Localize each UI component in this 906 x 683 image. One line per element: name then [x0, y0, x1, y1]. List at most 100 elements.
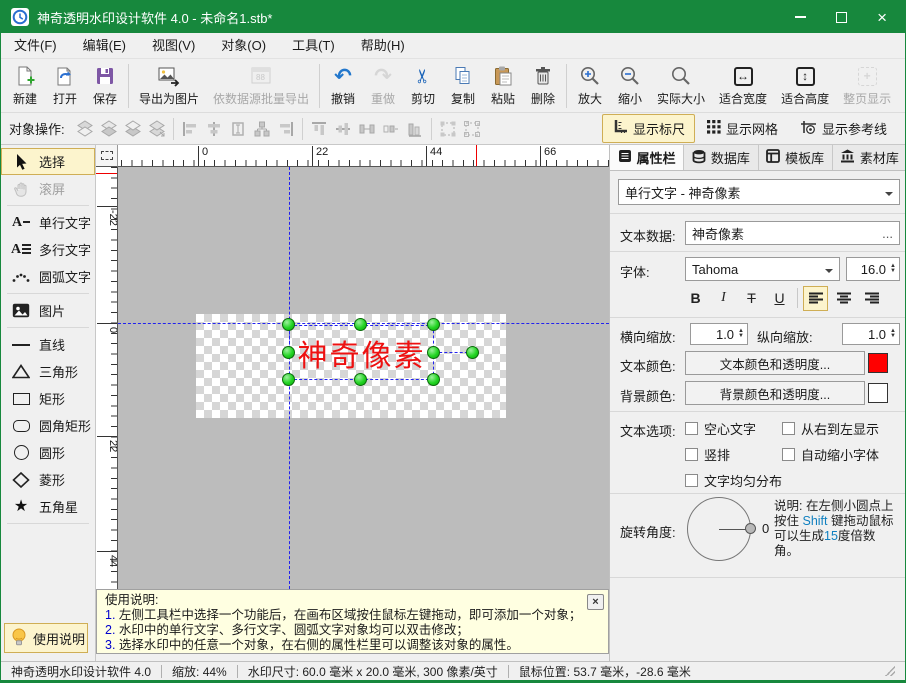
resize-handle-sw[interactable] [282, 373, 295, 386]
export-image-button[interactable]: 导出为图片 [132, 61, 206, 111]
send-backward-icon[interactable] [121, 117, 145, 141]
tool-multi-line-text[interactable]: A 多行文字 [1, 236, 95, 263]
checkbox-icon[interactable] [685, 448, 698, 461]
v-scale-spinner[interactable]: 1.0 ▲ ▼ [842, 323, 900, 345]
copy-button[interactable]: 复制 [443, 61, 483, 111]
text-data-field[interactable]: 神奇像素 ... [685, 221, 900, 245]
rotation-dial-dot[interactable] [745, 523, 756, 534]
delete-button[interactable]: 删除 [523, 61, 563, 111]
zoom-out-button[interactable]: 缩小 [610, 61, 650, 111]
tool-line[interactable]: 直线 [1, 331, 95, 358]
text-color-button[interactable]: 文本颜色和透明度... [685, 351, 865, 375]
full-page-button[interactable]: + 整页显示 [836, 61, 898, 111]
tab-database[interactable]: 数据库 [684, 145, 759, 170]
menu-object[interactable]: 对象(O) [208, 33, 279, 58]
actual-size-button[interactable]: 实际大小 [650, 61, 712, 111]
align-top-icon[interactable] [307, 117, 331, 141]
more-button[interactable]: ... [882, 226, 893, 241]
resize-handle-ne[interactable] [427, 318, 440, 331]
tool-rectangle[interactable]: 矩形 [1, 385, 95, 412]
tool-rounded-rectangle[interactable]: 圆角矩形 [1, 412, 95, 439]
menu-edit[interactable]: 编辑(E) [70, 33, 139, 58]
tab-properties[interactable]: 属性栏 [610, 145, 685, 170]
spinner-arrows-icon[interactable]: ▲ ▼ [890, 263, 896, 274]
close-button[interactable]: × [877, 9, 887, 26]
design-canvas[interactable]: 神奇像素 [118, 167, 609, 589]
undo-button[interactable]: ↶ 撤销 [323, 61, 363, 111]
spinner-arrows-icon[interactable]: ▲ ▼ [738, 328, 744, 339]
font-family-dropdown[interactable]: Tahoma [685, 257, 840, 281]
tab-materials[interactable]: 素材库 [832, 145, 905, 170]
ungroup-icon[interactable] [460, 117, 484, 141]
resize-handle-s[interactable] [354, 373, 367, 386]
align-center-v-icon[interactable] [331, 117, 355, 141]
equal-height-icon[interactable] [403, 117, 427, 141]
resize-handle-e[interactable] [427, 346, 440, 359]
resize-grip[interactable] [885, 666, 895, 676]
fit-height-button[interactable]: ↕ 适合高度 [774, 61, 836, 111]
checkbox-vertical-text[interactable]: 竖排 [685, 445, 730, 464]
redo-button[interactable]: ↷ 重做 [363, 61, 403, 111]
checkbox-icon[interactable] [685, 474, 698, 487]
show-guides-toggle[interactable]: 显示参考线 [790, 114, 897, 143]
bring-to-front-icon[interactable] [73, 117, 97, 141]
save-button[interactable]: 保存 [85, 61, 125, 111]
resize-handle-n[interactable] [354, 318, 367, 331]
bring-forward-icon[interactable] [97, 117, 121, 141]
align-left-button[interactable] [803, 285, 828, 311]
tool-select[interactable]: 选择 [1, 148, 95, 175]
watermark-text[interactable]: 神奇像素 [298, 331, 426, 375]
checkbox-auto-shrink-font[interactable]: 自动缩小字体 [782, 445, 879, 464]
checkbox-even-distribution[interactable]: 文字均匀分布 [685, 471, 782, 490]
align-left-icon[interactable] [178, 117, 202, 141]
checkbox-hollow-text[interactable]: 空心文字 [685, 419, 756, 438]
paste-button[interactable]: 粘贴 [483, 61, 523, 111]
selected-text-object[interactable]: 神奇像素 [289, 325, 434, 380]
checkbox-rtl-display[interactable]: 从右到左显示 [782, 419, 879, 438]
match-size-icon[interactable] [226, 117, 250, 141]
tool-single-line-text[interactable]: A 单行文字 [1, 209, 95, 236]
equal-spacing-h-icon[interactable] [355, 117, 379, 141]
zoom-in-button[interactable]: 放大 [570, 61, 610, 111]
send-to-back-icon[interactable] [145, 117, 169, 141]
minimize-button[interactable] [795, 16, 807, 18]
equal-spacing-v-icon[interactable] [379, 117, 403, 141]
group-icon[interactable] [436, 117, 460, 141]
h-scale-spinner[interactable]: 1.0 ▲ ▼ [690, 323, 748, 345]
tool-triangle[interactable]: 三角形 [1, 358, 95, 385]
fit-width-button[interactable]: ↔ 适合宽度 [712, 61, 774, 111]
font-size-spinner[interactable]: 16.0 ▲ ▼ [846, 257, 900, 281]
cut-button[interactable]: ✂ 剪切 [403, 61, 443, 111]
menu-file[interactable]: 文件(F) [1, 33, 70, 58]
tool-circle[interactable]: 圆形 [1, 439, 95, 466]
underline-button[interactable]: U [767, 286, 792, 311]
tool-scroll[interactable]: 滚屏 [1, 175, 95, 202]
resize-handle-nw[interactable] [282, 318, 295, 331]
menu-view[interactable]: 视图(V) [139, 33, 208, 58]
show-ruler-toggle[interactable]: 显示标尺 [601, 114, 695, 143]
show-grid-toggle[interactable]: 显示网格 [697, 114, 788, 143]
rotation-handle[interactable] [466, 346, 479, 359]
resize-handle-w[interactable] [282, 346, 295, 359]
open-button[interactable]: 打开 [45, 61, 85, 111]
distribute-h-icon[interactable] [250, 117, 274, 141]
italic-button[interactable]: I [711, 286, 736, 311]
bg-color-button[interactable]: 背景颜色和透明度... [685, 381, 865, 405]
tool-image[interactable]: 图片 [1, 297, 95, 324]
spinner-arrows-icon[interactable]: ▲ ▼ [890, 328, 896, 339]
resize-handle-se[interactable] [427, 373, 440, 386]
checkbox-icon[interactable] [782, 448, 795, 461]
help-close-button[interactable]: × [587, 594, 604, 610]
align-right-button[interactable] [859, 286, 884, 311]
batch-export-button[interactable]: 88 依数据源批量导出 [206, 61, 316, 111]
align-right-icon[interactable] [274, 117, 298, 141]
maximize-button[interactable] [836, 11, 848, 23]
usage-help-button[interactable]: 使用说明 [4, 623, 88, 653]
align-center-h-icon[interactable] [202, 117, 226, 141]
menu-help[interactable]: 帮助(H) [348, 33, 418, 58]
strikethrough-button[interactable]: T [739, 286, 764, 311]
checkbox-icon[interactable] [685, 422, 698, 435]
checkbox-icon[interactable] [782, 422, 795, 435]
tool-star[interactable]: ★ 五角星 [1, 493, 95, 520]
tab-templates[interactable]: 模板库 [758, 145, 833, 170]
